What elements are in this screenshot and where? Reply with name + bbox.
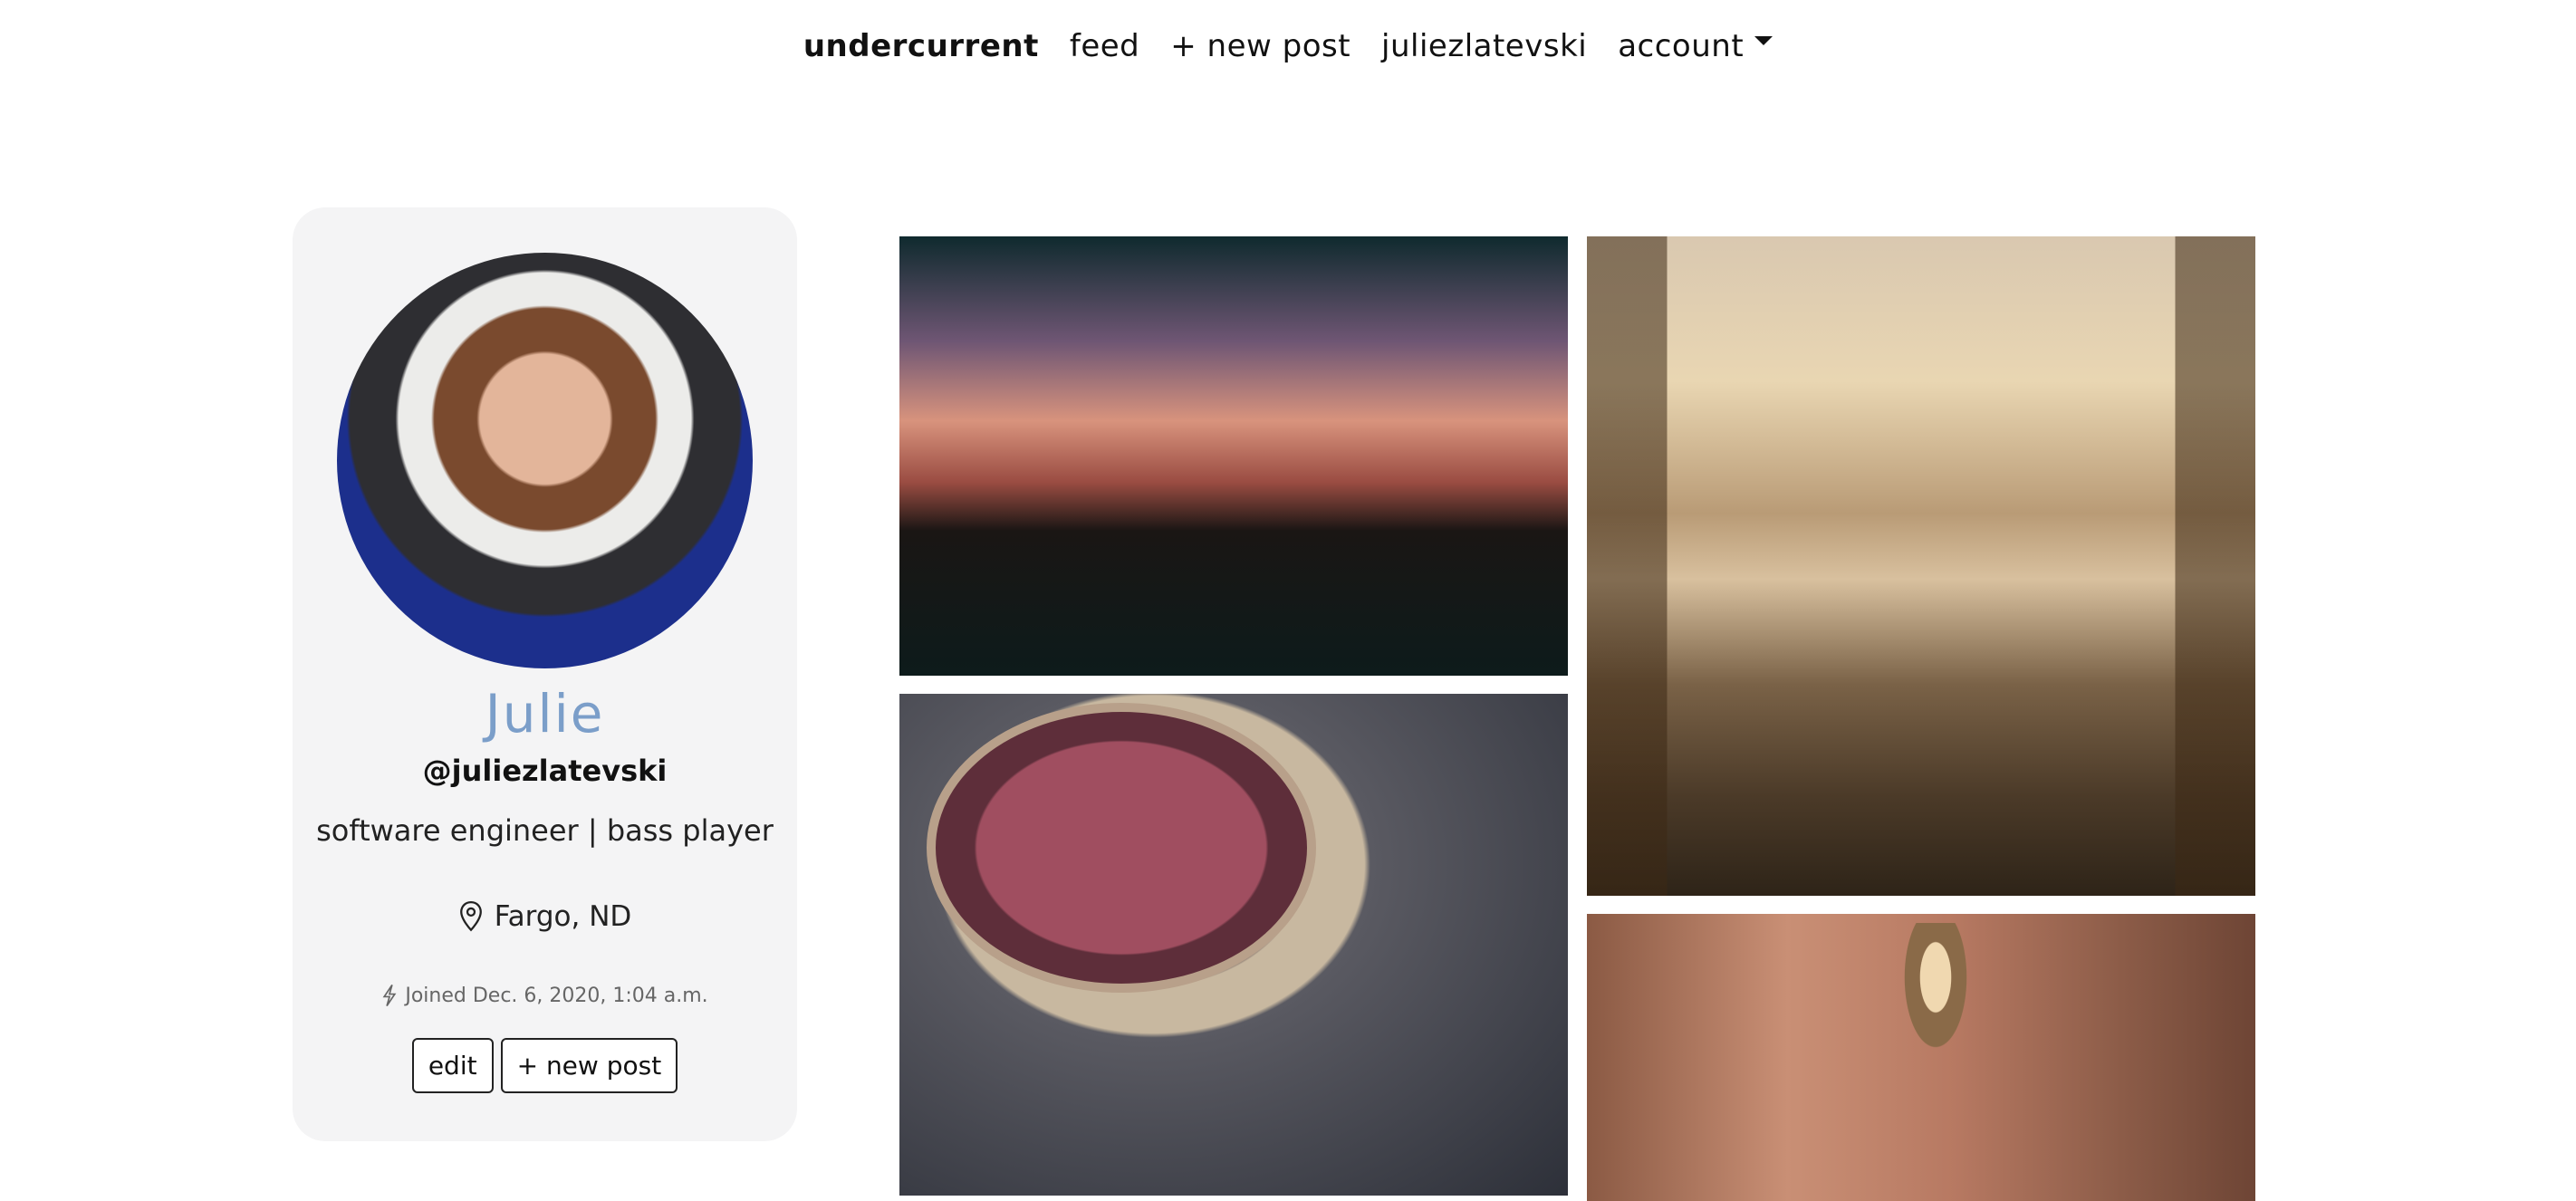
profile-card: Julie @juliezlatevski software engineer … — [293, 207, 797, 1141]
account-label: account — [1618, 28, 1745, 64]
brand-link[interactable]: undercurrent — [803, 28, 1039, 64]
post-photo-teacup[interactable] — [899, 694, 1568, 1196]
lightning-icon — [382, 984, 397, 1007]
profile-handle: @juliezlatevski — [422, 754, 668, 788]
new-post-link[interactable]: + new post — [1170, 28, 1350, 64]
joined-text: Joined Dec. 6, 2020, 1:04 a.m. — [405, 984, 708, 1007]
avatar — [337, 253, 753, 668]
joined-date: Joined Dec. 6, 2020, 1:04 a.m. — [381, 984, 708, 1007]
teacup-shape — [927, 703, 1316, 993]
post-photo-hallway[interactable] — [1587, 914, 2255, 1201]
profile-actions: edit + new post — [411, 1038, 678, 1093]
profile-bio: software engineer | bass player — [316, 813, 774, 848]
caret-down-icon — [1754, 35, 1773, 45]
account-dropdown[interactable]: account — [1618, 28, 1773, 64]
post-photo-window-sea[interactable] — [1587, 236, 2255, 896]
location-pin-icon — [459, 901, 482, 932]
username-link[interactable]: juliezlatevski — [1381, 28, 1587, 64]
feed-link[interactable]: feed — [1070, 28, 1139, 64]
lamp-shape — [1899, 923, 1972, 1059]
location-text: Fargo, ND — [494, 900, 632, 933]
edit-button[interactable]: edit — [411, 1038, 494, 1093]
profile-location: Fargo, ND — [458, 900, 632, 933]
new-post-button[interactable]: + new post — [500, 1038, 678, 1093]
top-nav: undercurrent feed + new post juliezlatev… — [0, 0, 2576, 92]
post-photo-sunset-street[interactable] — [899, 236, 1568, 676]
profile-name: Julie — [485, 683, 605, 745]
